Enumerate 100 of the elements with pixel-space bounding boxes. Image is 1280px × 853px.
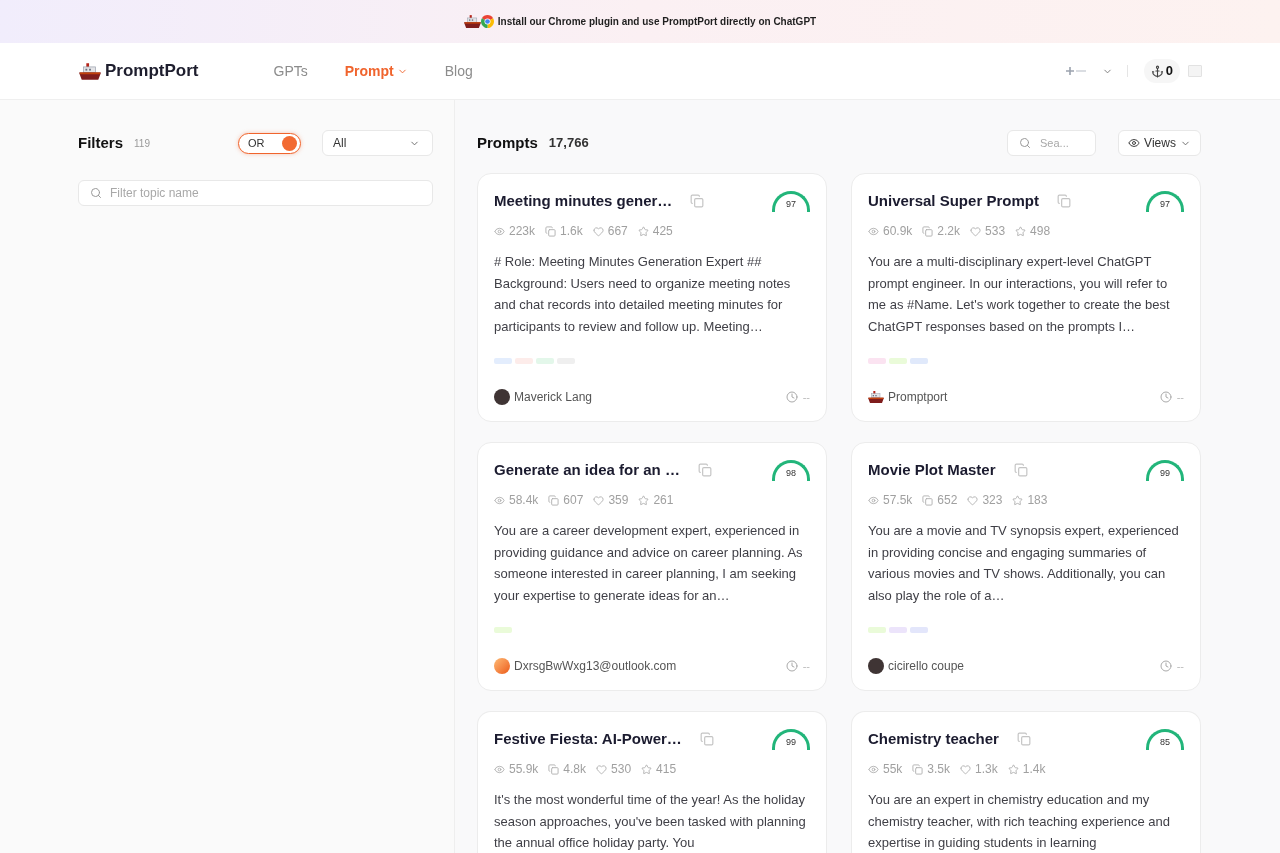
brand-name[interactable]: PromptPort: [105, 58, 199, 84]
prompt-description: You are a multi-disciplinary expert-level ChatGPT prompt engineer. In our interactions, you will refer to me as #Name. Let's work together to create the best ChatGPT responses based on the prompts I…: [868, 253, 1171, 336]
author-name[interactable]: Maverick Lang: [514, 388, 593, 406]
author-name[interactable]: cicirello coupe: [888, 657, 965, 675]
tag-chip[interactable]: [536, 358, 554, 364]
user-avatar: [494, 658, 510, 674]
author-name[interactable]: DxrsgBwWxg13@outlook.com: [514, 657, 677, 675]
prompt-card[interactable]: [851, 173, 1201, 422]
card-title[interactable]: Movie Plot Master: [868, 458, 996, 482]
prompt-card[interactable]: Festive Fiesta: AI-Power… 99 55.9k 4.8k 530 415 It's the most wonderful time of the year! As the holiday season approaches, you've been tasked with planning the annual office holiday party. You: [477, 711, 827, 853]
prompt-card[interactable]: [477, 442, 827, 691]
heart-icon: [960, 763, 972, 775]
filter-count: 119: [134, 136, 150, 151]
copy-icon[interactable]: [699, 732, 714, 746]
star-icon: [638, 494, 650, 506]
star-icon: [1015, 225, 1027, 237]
card-title[interactable]: Generate an idea for an …: [494, 458, 680, 482]
prompt-count: 17,766: [548, 134, 589, 153]
copy-count: 4.8k: [563, 761, 587, 778]
anchor-icon: [1150, 64, 1164, 78]
ship-avatar-icon: [868, 391, 884, 403]
prompt-card[interactable]: Chemistry teacher 85 55k 3.5k 1.3k 1.4k You are an expert in chemistry education and my chemistry teacher, with rich teaching experience and expertise in guiding students in learning: [851, 711, 1201, 853]
prompt-card[interactable]: [477, 173, 827, 422]
copy-icon[interactable]: [1056, 194, 1071, 208]
heart-icon: [593, 494, 605, 506]
eye-icon: [494, 763, 505, 775]
prompt-description: It's the most wonderful time of the year! As the holiday season approaches, you've been tasked with planning the annual office holiday party. You: [494, 791, 807, 852]
copy-icon: [922, 494, 934, 506]
favorite-count: 183: [1027, 492, 1048, 509]
copy-count: 2.2k: [937, 223, 961, 240]
plus-minus-icon: [1063, 66, 1088, 76]
scope-select[interactable]: All: [322, 130, 433, 156]
copy-icon: [545, 225, 557, 237]
copy-icon[interactable]: [1016, 732, 1031, 746]
copy-icon: [922, 225, 934, 237]
topic-search-field[interactable]: Filter topic name: [78, 180, 433, 206]
eye-icon: [494, 225, 505, 237]
copy-count: 1.6k: [560, 223, 583, 240]
star-icon: [1007, 763, 1019, 775]
clock-icon: [785, 391, 798, 403]
copy-count: 607: [563, 492, 584, 509]
toggle-knob: [282, 135, 297, 151]
copy-count: 652: [937, 492, 958, 509]
clock-icon: [1159, 391, 1172, 403]
search-icon: [90, 187, 102, 199]
copy-icon[interactable]: [697, 463, 712, 477]
tag-chip[interactable]: [494, 627, 512, 633]
like-count: 533: [985, 223, 1006, 240]
logic-toggle[interactable]: OR: [238, 132, 301, 154]
copy-icon[interactable]: [1013, 463, 1028, 477]
prompt-description: You are a movie and TV synopsis expert, experienced in providing concise and engaging summaries of various movies and TV shows. Additionally, you can also play the role of a…: [868, 522, 1180, 605]
card-title[interactable]: Festive Fiesta: AI-Power…: [494, 727, 682, 751]
tag-chip[interactable]: [889, 358, 907, 364]
like-count: 530: [611, 761, 632, 778]
favorite-count: 1.4k: [1022, 761, 1046, 778]
favorite-count: 498: [1030, 223, 1051, 240]
prompt-search-field[interactable]: Sea...: [1007, 130, 1096, 156]
score-gauge: 97: [1146, 190, 1184, 212]
view-count: 55.9k: [509, 761, 539, 778]
copy-icon: [548, 763, 560, 775]
prompt-description: You are a career development expert, experienced in providing guidance and advice on career planning. As someone interested in career planning, I am seeking your expertise to generate ideas for an…: [494, 522, 804, 605]
tag-chip[interactable]: [868, 358, 886, 364]
ship-icon: [463, 15, 481, 28]
score-gauge: 98: [772, 459, 810, 481]
card-title[interactable]: Meeting minutes gener…: [494, 189, 673, 213]
timestamp: --: [1176, 389, 1184, 405]
heart-icon: [592, 225, 604, 237]
prompts-title: Prompts: [477, 132, 538, 153]
copy-icon[interactable]: [690, 194, 705, 208]
tag-chip[interactable]: [868, 627, 886, 633]
prompt-description: You are an expert in chemistry education and my chemistry teacher, with rich teaching experience and expertise in guiding students in learning: [868, 791, 1172, 852]
banner-text[interactable]: Install our Chrome plugin and use PromptPort directly on ChatGPT: [497, 14, 817, 29]
user-avatar: [494, 389, 510, 405]
promo-banner[interactable]: Install our Chrome plugin and use PromptPort directly on ChatGPT: [0, 0, 1280, 43]
like-count: 1.3k: [975, 761, 998, 778]
prompt-card[interactable]: [851, 442, 1201, 691]
timestamp: --: [1176, 658, 1184, 674]
copy-icon: [548, 494, 560, 506]
view-count: 58.4k: [509, 492, 539, 509]
card-title[interactable]: Universal Super Prompt: [868, 189, 1039, 213]
sort-select[interactable]: Views: [1118, 130, 1201, 156]
like-count: 323: [982, 492, 1003, 509]
eye-icon: [868, 494, 879, 506]
star-icon: [641, 763, 653, 775]
browser-icon: [480, 15, 494, 28]
favorite-count: 415: [656, 761, 677, 778]
score-gauge: 99: [1146, 459, 1184, 481]
timestamp: --: [802, 658, 810, 674]
thumbnail-icon[interactable]: [1188, 65, 1202, 77]
author-name[interactable]: Promptport: [888, 388, 948, 406]
tag-chip[interactable]: [910, 358, 928, 364]
tag-chip[interactable]: [494, 358, 512, 364]
eye-icon: [1128, 137, 1141, 149]
tag-chip[interactable]: [910, 627, 928, 633]
points-button[interactable]: 0: [1143, 59, 1180, 83]
tag-chip[interactable]: [889, 627, 907, 633]
score-gauge: 85: [1146, 728, 1184, 750]
card-title[interactable]: Chemistry teacher: [868, 727, 999, 751]
eye-icon: [494, 494, 505, 506]
timestamp: --: [802, 389, 810, 405]
